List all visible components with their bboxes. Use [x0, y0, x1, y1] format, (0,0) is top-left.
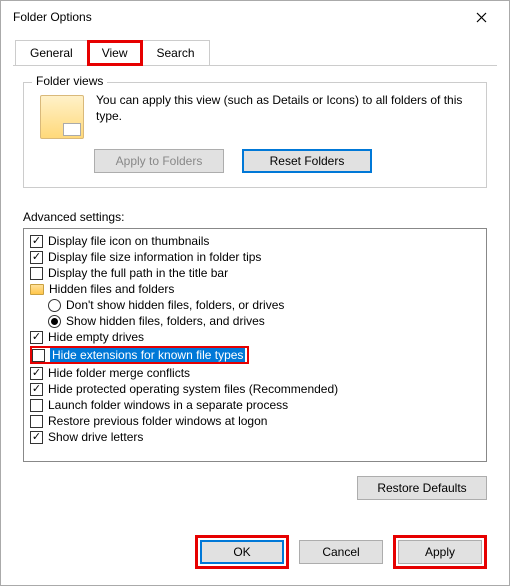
close-button[interactable]	[461, 3, 501, 31]
advanced-item[interactable]: Don't show hidden files, folders, or dri…	[30, 297, 480, 313]
advanced-item-label: Display file icon on thumbnails	[48, 234, 209, 248]
tab-content: Folder views You can apply this view (su…	[1, 66, 509, 529]
advanced-item-label: Display file size information in folder …	[48, 250, 261, 264]
advanced-settings-box: ✓ Display file icon on thumbnails ✓ Display…	[23, 228, 487, 462]
reset-folders-button[interactable]: Reset Folders	[242, 149, 372, 173]
advanced-item-label: Restore previous folder windows at logon	[48, 414, 267, 428]
advanced-item-label: Don't show hidden files, folders, or dri…	[66, 298, 284, 312]
cancel-button[interactable]: Cancel	[299, 540, 383, 564]
folder-views-icon	[40, 95, 84, 139]
apply-highlight: Apply	[393, 535, 487, 569]
advanced-settings-label: Advanced settings:	[23, 210, 487, 224]
advanced-item[interactable]: ✓ Display file icon on thumbnails	[30, 233, 480, 249]
advanced-item-label: Hide protected operating system files (R…	[48, 382, 338, 396]
folder-icon	[30, 284, 44, 295]
restore-defaults-button[interactable]: Restore Defaults	[357, 476, 487, 500]
checkbox[interactable]: ✓	[30, 251, 43, 264]
window-title: Folder Options	[9, 10, 92, 24]
folder-views-group: Folder views You can apply this view (su…	[23, 82, 487, 188]
checkbox[interactable]: ✓	[30, 383, 43, 396]
advanced-item-label: Display the full path in the title bar	[48, 266, 228, 280]
checkbox[interactable]: ✓	[30, 331, 43, 344]
folder-views-legend: Folder views	[32, 74, 107, 88]
advanced-item-label: Hide empty drives	[48, 330, 144, 344]
tabs: General View Search	[1, 39, 509, 65]
checkbox[interactable]	[30, 267, 43, 280]
checkbox[interactable]: ✓	[30, 431, 43, 444]
advanced-item-label: Hidden files and folders	[49, 282, 174, 296]
advanced-item-label: Hide extensions for known file types	[50, 348, 245, 362]
tab-view[interactable]: View	[87, 40, 143, 66]
checkbox[interactable]	[30, 415, 43, 428]
dialog-footer: OK Cancel Apply	[1, 529, 509, 585]
advanced-settings-list[interactable]: ✓ Display file icon on thumbnails ✓ Display…	[24, 229, 486, 461]
advanced-item[interactable]: Restore previous folder windows at logon	[30, 413, 480, 429]
folder-options-window: Folder Options General View Search Folde…	[0, 0, 510, 586]
apply-to-folders-button: Apply to Folders	[94, 149, 224, 173]
advanced-item-label: Show hidden files, folders, and drives	[66, 314, 265, 328]
close-icon	[476, 12, 487, 23]
radio[interactable]	[48, 299, 61, 312]
advanced-item[interactable]: ✓ Hide protected operating system files (…	[30, 381, 480, 397]
checkbox[interactable]: ✓	[30, 367, 43, 380]
ok-button[interactable]: OK	[200, 540, 284, 564]
folder-views-desc: You can apply this view (such as Details…	[96, 91, 476, 124]
checkbox[interactable]: ✓	[30, 235, 43, 248]
advanced-item-label: Launch folder windows in a separate proc…	[48, 398, 288, 412]
advanced-item[interactable]: ✓ Show drive letters	[30, 429, 480, 445]
apply-button[interactable]: Apply	[398, 540, 482, 564]
advanced-item-label: Hide folder merge conflicts	[48, 366, 190, 380]
advanced-item[interactable]: Launch folder windows in a separate proc…	[30, 397, 480, 413]
advanced-item[interactable]: Hide extensions for known file types	[30, 345, 480, 365]
advanced-item[interactable]: ✓ Hide empty drives	[30, 329, 480, 345]
advanced-item-label: Show drive letters	[48, 430, 143, 444]
checkbox[interactable]	[30, 399, 43, 412]
titlebar: Folder Options	[1, 1, 509, 33]
ok-highlight: OK	[195, 535, 289, 569]
advanced-item[interactable]: Hidden files and folders	[30, 281, 480, 297]
highlighted-item: Hide extensions for known file types	[30, 346, 249, 364]
radio[interactable]	[48, 315, 61, 328]
checkbox[interactable]	[32, 349, 45, 362]
tab-general[interactable]: General	[15, 40, 88, 66]
tab-underline	[13, 65, 497, 66]
advanced-item[interactable]: Show hidden files, folders, and drives	[30, 313, 480, 329]
advanced-item[interactable]: Display the full path in the title bar	[30, 265, 480, 281]
advanced-item[interactable]: ✓ Hide folder merge conflicts	[30, 365, 480, 381]
advanced-item[interactable]: ✓ Display file size information in folder…	[30, 249, 480, 265]
tab-search[interactable]: Search	[142, 40, 210, 66]
